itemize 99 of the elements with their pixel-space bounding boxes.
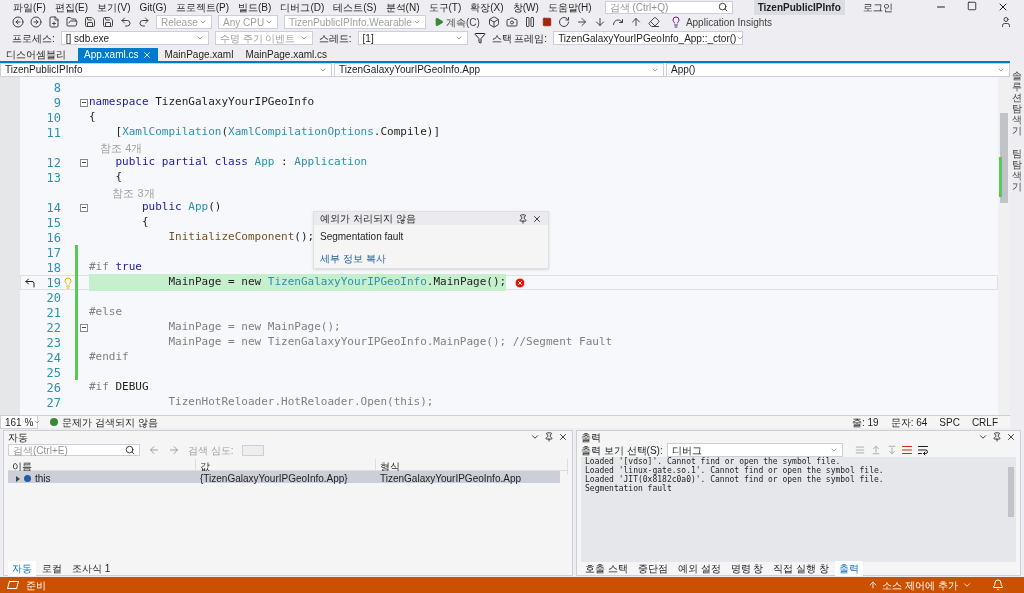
line-number: 22: [45, 319, 61, 337]
side-tab[interactable]: 솔루션 탐색기: [1012, 70, 1022, 136]
stack-frame-dropdown[interactable]: TizenGalaxyYourIPGeoInfo_App::_ctor(): [553, 31, 744, 45]
code-line: {: [140, 214, 149, 231]
line-number: 23: [45, 334, 61, 352]
menu-item[interactable]: 도구(T): [428, 0, 462, 15]
line-number: 10: [45, 109, 61, 127]
panel-tab[interactable]: 자동: [8, 561, 36, 576]
menu-item[interactable]: 파일(F): [13, 0, 46, 15]
line-position: 줄: 19: [851, 415, 879, 430]
code-line: #if DEBUG: [89, 379, 149, 396]
side-tab[interactable]: 팀 탐색기: [1012, 148, 1022, 192]
menu-item[interactable]: 분석(N): [385, 0, 420, 15]
insights-button[interactable]: Application Insights: [669, 14, 773, 30]
code-line: public App(): [140, 199, 222, 216]
panel-tab[interactable]: 로컬: [38, 561, 66, 576]
output-line: Loaded 'linux-gate.so.1'. Cannot find or open the symbol file.: [585, 466, 885, 475]
output-line: Loaded '[vdso]'. Cannot find or open the symbol file.: [585, 457, 841, 466]
sign-in-link[interactable]: 로그인: [862, 0, 893, 15]
process-label: 프로세스:: [12, 31, 55, 46]
line-number: 13: [45, 169, 61, 187]
continue-button[interactable]: 계속(C): [432, 14, 482, 30]
panel-tab[interactable]: 조사식 1: [68, 561, 115, 576]
document-tab[interactable]: MainPage.xaml.cs: [239, 48, 334, 61]
zoom-dropdown[interactable]: 161 %: [0, 415, 38, 429]
line-number: 26: [45, 379, 61, 397]
menu-item[interactable]: 디버그(D): [280, 0, 325, 15]
menu-item[interactable]: 빌드(B): [238, 0, 272, 15]
menu-item[interactable]: 편집(E): [54, 0, 89, 15]
document-tab[interactable]: App.xaml.cs: [78, 48, 159, 61]
menu-item[interactable]: 보기(V): [97, 0, 131, 15]
thread-dropdown[interactable]: [1]: [357, 31, 468, 45]
line-number: 27: [45, 394, 61, 412]
line-number: 8: [52, 79, 61, 97]
output-line: Loaded 'JIT(0x8182c0a0)'. Cannot find or open the symbol file.: [585, 475, 885, 484]
code-line: {: [114, 169, 123, 186]
document-tab[interactable]: MainPage.xaml: [158, 48, 240, 61]
spacing-mode: SPC: [939, 415, 960, 430]
code-line: {: [89, 109, 96, 126]
code-line: MainPage = new MainPage();: [167, 319, 341, 336]
process-dropdown[interactable]: [] sdb.exe: [60, 31, 209, 45]
code-line: TizenHotReloader.HotReloader.Open(this);: [167, 394, 434, 411]
line-number: 14: [45, 199, 61, 217]
line-number: 12: [45, 154, 61, 172]
menu-item[interactable]: 확장(X): [470, 0, 504, 15]
line-number: 11: [45, 124, 61, 142]
menu-item[interactable]: 테스트(S): [333, 0, 377, 15]
status-message: 준비: [26, 578, 46, 593]
code-line: public partial class App : Application: [114, 154, 368, 171]
code-line: MainPage = new TizenGalaxyYourIPGeoInfo.MainPage(); //Segment Fault: [167, 334, 613, 351]
stack-frame-label: 스택 프레임:: [491, 31, 548, 46]
panel-tab[interactable]: 중단점: [633, 561, 672, 576]
panel-tab[interactable]: 명령 창: [726, 561, 768, 576]
output-line: Segmentation fault: [585, 484, 673, 493]
output-source-label: 출력 보기 선택(S):: [581, 443, 663, 457]
solution-name: TizenPublicIPInfo: [753, 0, 845, 15]
panel-title: 자동: [8, 430, 28, 445]
menu-item[interactable]: 창(W): [512, 0, 539, 15]
exception-message: Segmentation fault: [319, 230, 405, 244]
line-number: 16: [45, 229, 61, 247]
code-line: #endif: [89, 349, 129, 366]
line-number: 20: [45, 289, 61, 307]
table-cell-text: this: [35, 472, 51, 486]
table-cell-text: TizenGalaxyYourIPGeoInfo.App: [379, 472, 522, 486]
search-field[interactable]: 검색 (Ctrl+Q): [604, 0, 733, 14]
line-ending: CRLF: [971, 415, 998, 430]
line-number: 19: [45, 274, 61, 292]
search-field[interactable]: 검색(Ctrl+E): [8, 444, 140, 456]
line-number: 25: [45, 364, 61, 382]
table-row[interactable]: this {TizenGalaxyYourIPGeoInfo.App} TizenGalaxyYourIPGeoInfo.App: [8, 471, 560, 483]
popup-title: 예외가 처리되지 않음: [320, 212, 416, 226]
table-cell-text: {TizenGalaxyYourIPGeoInfo.App}: [199, 472, 349, 486]
menu-item[interactable]: 프로젝트(P): [175, 0, 230, 15]
menu-item[interactable]: Git(G): [139, 0, 167, 15]
copy-details-link[interactable]: 세부 정보 복사: [314, 251, 548, 266]
panel-tab[interactable]: 직접 실행 창: [769, 561, 833, 576]
column-position: 문자: 64: [890, 415, 928, 430]
output-source-dropdown[interactable]: 디버그: [666, 443, 843, 457]
code-line: #else: [89, 304, 123, 321]
code-line: [XamlCompilation(XamlCompilationOptions.Compile)]: [114, 124, 441, 141]
menu-item[interactable]: 도움말(H): [547, 0, 592, 15]
code-line: namespace TizenGalaxyYourIPGeoInfo: [89, 94, 315, 111]
no-issues-status[interactable]: 문제가 검색되지 않음: [50, 414, 158, 430]
code-line: InitializeComponent();: [167, 229, 315, 246]
line-number: 17: [45, 244, 61, 262]
line-number: 15: [45, 214, 61, 232]
thread-label: 스레드:: [318, 31, 352, 46]
line-number: 24: [45, 349, 61, 367]
line-number: 21: [45, 304, 61, 322]
line-number: 18: [45, 259, 61, 277]
panel-tab[interactable]: 출력: [834, 561, 863, 576]
search-depth-label: 검색 심도:: [188, 443, 234, 458]
document-tab[interactable]: 디스어셈블리: [0, 48, 78, 61]
panel-title: 출력: [581, 430, 601, 445]
code-line: #if true: [89, 259, 142, 276]
source-control-button[interactable]: 소스 제어에 추가: [868, 577, 972, 593]
line-number: 9: [52, 94, 61, 112]
panel-tab[interactable]: 호출 스택: [581, 561, 632, 576]
panel-tab[interactable]: 예외 설정: [673, 561, 725, 576]
